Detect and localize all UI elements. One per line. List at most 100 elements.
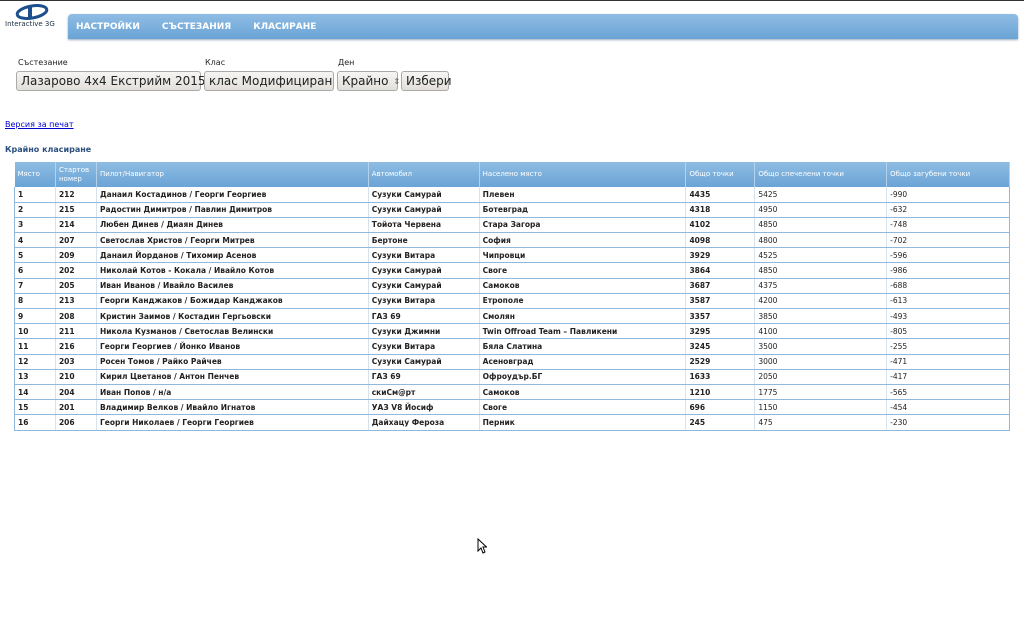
print-version-link[interactable]: Версия за печат	[5, 120, 74, 129]
cell-start-number: 212	[55, 187, 97, 203]
cell-points-lost: -702	[886, 232, 1010, 249]
cell-pilot-navigator: Георги Николаев / Георги Георгиев	[96, 414, 369, 431]
cell-car: Бертоне	[368, 232, 480, 249]
cell-total-points: 3687	[685, 278, 756, 294]
cell-total-points: 3864	[685, 262, 756, 279]
cell-place: 9	[14, 308, 56, 325]
cell-points-lost: -417	[886, 369, 1010, 385]
cell-pilot-navigator: Николай Котов - Кокала / Ивайло Котов	[96, 262, 369, 279]
submit-button[interactable]: Избери	[401, 71, 452, 91]
column-header-place: Място	[14, 162, 56, 187]
table-row: 11 216 Георги Георгиев / Йонко Иванов Сузук…	[14, 338, 1010, 355]
cell-points-lost: -471	[886, 354, 1010, 370]
cell-points-won: 1150	[754, 399, 888, 416]
cell-town: Стара Загора	[479, 217, 687, 234]
table-row: 6 202 Николай Котов - Кокала / Ивайло Кото…	[14, 262, 1010, 279]
section-title: Крайно класиране	[5, 145, 92, 154]
cell-car: Сузуки Витара	[368, 293, 480, 310]
cell-place: 15	[14, 399, 56, 416]
cell-start-number: 205	[55, 278, 97, 294]
cell-town: Чипровци	[479, 247, 687, 264]
cell-start-number: 216	[55, 338, 97, 355]
cell-place: 16	[14, 414, 56, 431]
cell-start-number: 209	[55, 247, 97, 264]
cell-town: Ботевград	[479, 202, 687, 218]
nav-competitions[interactable]: СЪСТЕЗАНИЯ	[162, 22, 231, 32]
nav-settings[interactable]: НАСТРОЙКИ	[76, 22, 140, 32]
table-row: 13 210 Кирил Цветанов / Антон Пенчев ГАЗ 69…	[14, 369, 1010, 385]
cell-pilot-navigator: Кристин Заимов / Костадин Гергьовски	[96, 308, 369, 325]
logo[interactable]: Interactive 3G	[4, 3, 64, 33]
cell-town: Офроудър.БГ	[479, 369, 687, 385]
cell-town: Своге	[479, 399, 687, 416]
cell-points-won: 4850	[754, 262, 888, 279]
table-row: 2 215 Радостин Димитров / Павлин Димитров С…	[14, 202, 1010, 218]
cell-points-lost: -986	[886, 262, 1010, 279]
competition-label: Състезание	[18, 58, 68, 67]
cell-car: ГАЗ 69	[368, 308, 480, 325]
competition-value: Лазарово 4x4 Екстрийм 2015	[21, 74, 206, 88]
cell-place: 1	[14, 187, 56, 203]
column-header-start-number: Стартов номер	[55, 162, 97, 187]
cell-place: 7	[14, 278, 56, 294]
cell-start-number: 207	[55, 232, 97, 249]
cell-points-lost: -748	[886, 217, 1010, 234]
cell-car: ГАЗ 69	[368, 369, 480, 385]
day-label: Ден	[338, 58, 355, 67]
cell-town: Етрополе	[479, 293, 687, 310]
logo-icon	[15, 4, 49, 20]
cell-car: Сузуки Самурай	[368, 202, 480, 218]
cell-points-lost: -632	[886, 202, 1010, 218]
cell-place: 2	[14, 202, 56, 218]
cell-place: 5	[14, 247, 56, 264]
nav-rankings[interactable]: КЛАСИРАНЕ	[253, 22, 316, 32]
cell-car: Сузуки Самурай	[368, 354, 480, 370]
cell-place: 10	[14, 323, 56, 340]
cell-pilot-navigator: Георги Георгиев / Йонко Иванов	[96, 338, 369, 355]
cell-total-points: 4102	[685, 217, 756, 234]
day-value: Крайно	[342, 74, 389, 88]
cell-pilot-navigator: Иван Иванов / Ивайло Василев	[96, 278, 369, 294]
cell-place: 14	[14, 384, 56, 401]
table-row: 9 208 Кристин Заимов / Костадин Гергьовски…	[14, 308, 1010, 325]
cell-place: 3	[14, 217, 56, 234]
cell-pilot-navigator: Данаил Костадинов / Георги Георгиев	[96, 187, 369, 203]
cell-points-won: 3500	[754, 338, 888, 355]
cell-start-number: 204	[55, 384, 97, 401]
cell-points-won: 4950	[754, 202, 888, 218]
cell-start-number: 208	[55, 308, 97, 325]
column-header-total-points: Общо точки	[685, 162, 756, 187]
cell-car: УАЗ V8 Йосиф	[368, 399, 480, 416]
class-value: клас Модифициран	[209, 74, 333, 88]
cell-place: 4	[14, 232, 56, 249]
cell-car: Тойота Червена	[368, 217, 480, 234]
main-nav: НАСТРОЙКИ СЪСТЕЗАНИЯ КЛАСИРАНЕ	[68, 14, 1018, 39]
cell-pilot-navigator: Иван Попов / н/а	[96, 384, 369, 401]
table-row: 16 206 Георги Николаев / Георги Георгиев Да…	[14, 414, 1010, 431]
cell-pilot-navigator: Радостин Димитров / Павлин Димитров	[96, 202, 369, 218]
cell-total-points: 4435	[685, 187, 756, 203]
cell-total-points: 3295	[685, 323, 756, 340]
cell-place: 11	[14, 338, 56, 355]
cell-pilot-navigator: Кирил Цветанов / Антон Пенчев	[96, 369, 369, 385]
cell-place: 12	[14, 354, 56, 370]
cell-total-points: 1210	[685, 384, 756, 401]
cell-pilot-navigator: Любен Динев / Диаян Динев	[96, 217, 369, 234]
day-select[interactable]: Крайно ⇕	[337, 71, 400, 91]
rankings-table: Място Стартов номер Пилот/Навигатор Автомоб…	[14, 162, 1010, 431]
cell-pilot-navigator: Владимир Велков / Ивайло Игнатов	[96, 399, 369, 416]
cell-points-lost: -688	[886, 278, 1010, 294]
cell-points-won: 3000	[754, 354, 888, 370]
class-select[interactable]: клас Модифициран⇕	[204, 71, 344, 91]
cell-points-won: 2050	[754, 369, 888, 385]
cell-car: скиСм@рт	[368, 384, 480, 401]
cell-car: Сузуки Самурай	[368, 278, 480, 294]
table-row: 8 213 Георги Канджаков / Божидар Канджаков…	[14, 293, 1010, 310]
competition-select[interactable]: Лазарово 4x4 Екстрийм 2015⇕	[16, 71, 217, 91]
cell-pilot-navigator: Никола Кузманов / Светослав Велински	[96, 323, 369, 340]
cell-start-number: 213	[55, 293, 97, 310]
cell-points-won: 4375	[754, 278, 888, 294]
cell-start-number: 206	[55, 414, 97, 431]
table-row: 12 203 Росен Томов / Райко Райчев Сузуки Са…	[14, 354, 1010, 370]
cell-total-points: 3587	[685, 293, 756, 310]
